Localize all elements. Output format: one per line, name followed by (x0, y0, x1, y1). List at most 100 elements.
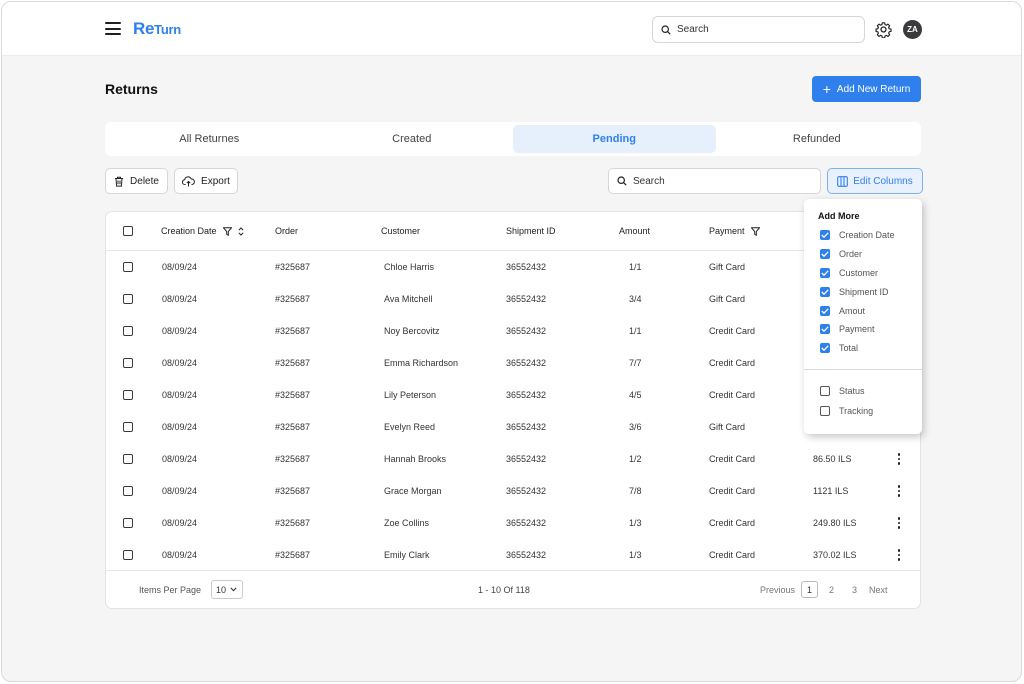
filter-icon[interactable] (222, 226, 232, 236)
row-actions-kebab-icon[interactable] (896, 517, 902, 529)
cell-date: 08/09/24 (162, 390, 198, 400)
column-header-label: Payment (709, 226, 745, 236)
global-search[interactable] (652, 16, 865, 43)
column-option-label: Customer (839, 268, 879, 278)
column-option-label: Tracking (839, 406, 874, 416)
items-per-page-value: 10 (216, 584, 227, 595)
row-actions-kebab-icon[interactable] (896, 453, 902, 465)
cell-shipment-id: 36552432 (506, 358, 547, 368)
select-all-checkbox[interactable] (123, 226, 133, 236)
check-icon[interactable] (820, 306, 830, 316)
column-option-label: Order (839, 249, 863, 259)
row-checkbox[interactable] (123, 454, 133, 464)
column-option-creation-date[interactable]: Creation Date (820, 229, 895, 241)
column-header-customer[interactable]: Customer (381, 226, 420, 236)
row-checkbox[interactable] (123, 422, 133, 432)
cell-customer: Noy Bercovitz (384, 326, 440, 336)
column-header-amount[interactable]: Amount (619, 226, 650, 236)
cell-date: 08/09/24 (162, 358, 198, 368)
check-icon[interactable] (820, 268, 830, 278)
cell-amount: 7/7 (629, 358, 642, 368)
table-row[interactable]: 08/09/24 #325687 Lily Peterson 36552432 … (106, 379, 920, 411)
tab-pending[interactable]: Pending (513, 125, 716, 153)
trash-icon (115, 176, 124, 187)
page-1-button[interactable]: 1 (801, 581, 818, 598)
tab-created[interactable]: Created (311, 125, 514, 153)
tab-all-returns[interactable]: All Returnes (108, 125, 311, 153)
cell-payment: Gift Card (709, 262, 746, 272)
column-option-checkbox[interactable] (820, 386, 830, 396)
items-per-page-select[interactable]: 10 (211, 580, 243, 599)
filter-icon[interactable] (750, 226, 760, 236)
page-2-button[interactable]: 2 (829, 585, 834, 595)
column-option-shipment-id[interactable]: Shipment ID (820, 286, 889, 298)
row-checkbox[interactable] (123, 358, 133, 368)
table-search-input[interactable] (633, 175, 803, 187)
column-option-payment[interactable]: Payment (820, 323, 875, 335)
row-checkbox[interactable] (123, 518, 133, 528)
table-row[interactable]: 08/09/24 #325687 Zoe Collins 36552432 1/… (106, 507, 920, 539)
table-row[interactable]: 08/09/24 #325687 Noy Bercovitz 36552432 … (106, 315, 920, 347)
cell-amount: 1/1 (629, 262, 642, 272)
table-row[interactable]: 08/09/24 #325687 Ava Mitchell 36552432 3… (106, 283, 920, 315)
row-checkbox[interactable] (123, 326, 133, 336)
check-icon[interactable] (820, 249, 830, 259)
sort-icon[interactable] (237, 226, 244, 236)
edit-columns-button[interactable]: Edit Columns (827, 168, 923, 194)
row-checkbox[interactable] (123, 550, 133, 560)
row-checkbox[interactable] (123, 294, 133, 304)
column-header-payment[interactable]: Payment (709, 226, 760, 236)
cell-payment: Gift Card (709, 422, 746, 432)
menu-icon[interactable] (105, 22, 121, 35)
cell-payment: Credit Card (709, 454, 756, 464)
check-icon[interactable] (820, 343, 830, 353)
column-header-creation-date[interactable]: Creation Date (161, 226, 244, 236)
table-row[interactable]: 08/09/24 #325687 Chloe Harris 36552432 1… (106, 251, 920, 283)
check-icon[interactable] (820, 230, 830, 240)
table-row[interactable]: 08/09/24 #325687 Grace Morgan 36552432 7… (106, 475, 920, 507)
gear-icon[interactable] (875, 21, 892, 38)
check-icon[interactable] (820, 287, 830, 297)
table-row[interactable]: 08/09/24 #325687 Emily Clark 36552432 1/… (106, 539, 920, 571)
column-option-checkbox[interactable] (820, 406, 830, 416)
column-option-total[interactable]: Total (820, 342, 858, 354)
row-checkbox[interactable] (123, 390, 133, 400)
page-3-button[interactable]: 3 (852, 585, 857, 595)
row-checkbox[interactable] (123, 486, 133, 496)
column-header-order[interactable]: Order (275, 226, 298, 236)
column-option-status[interactable]: Status (820, 385, 865, 397)
column-header-shipment-id[interactable]: Shipment ID (506, 226, 556, 236)
previous-page-button[interactable]: Previous (760, 585, 795, 595)
global-search-input[interactable] (677, 24, 847, 35)
export-button[interactable]: Export (174, 168, 238, 194)
table-row[interactable]: 08/09/24 #325687 Hannah Brooks 36552432 … (106, 443, 920, 475)
row-actions-kebab-icon[interactable] (896, 549, 902, 561)
table-row[interactable]: 08/09/24 #325687 Evelyn Reed 36552432 3/… (106, 411, 920, 443)
row-actions-kebab-icon[interactable] (896, 485, 902, 497)
cell-order: #325687 (275, 454, 311, 464)
menu-title: Add More (818, 211, 860, 221)
table-footer: Items Per Page 10 1 - 10 Of 118 Previous… (106, 570, 920, 609)
cell-order: #325687 (275, 422, 311, 432)
cell-amount: 1/1 (629, 326, 642, 336)
column-option-label: Creation Date (839, 230, 895, 240)
table-search[interactable] (608, 168, 821, 194)
user-avatar[interactable]: ZA (903, 20, 922, 39)
add-new-return-button[interactable]: + Add New Return (812, 76, 921, 102)
tab-refunded[interactable]: Refunded (716, 125, 919, 153)
column-option-customer[interactable]: Customer (820, 267, 878, 279)
column-option-tracking[interactable]: Tracking (820, 405, 873, 417)
cell-order: #325687 (275, 294, 311, 304)
row-checkbox[interactable] (123, 262, 133, 272)
cell-date: 08/09/24 (162, 486, 198, 496)
cell-shipment-id: 36552432 (506, 550, 547, 560)
app-logo[interactable]: ReTurn (133, 19, 181, 39)
cell-customer: Emma Richardson (384, 358, 459, 368)
delete-button[interactable]: Delete (105, 168, 168, 194)
column-option-order[interactable]: Order (820, 248, 862, 260)
next-page-button[interactable]: Next (869, 585, 888, 595)
cell-amount: 1/2 (629, 454, 642, 464)
column-option-amount[interactable]: Amout (820, 305, 865, 317)
table-row[interactable]: 08/09/24 #325687 Emma Richardson 3655243… (106, 347, 920, 379)
check-icon[interactable] (820, 324, 830, 334)
